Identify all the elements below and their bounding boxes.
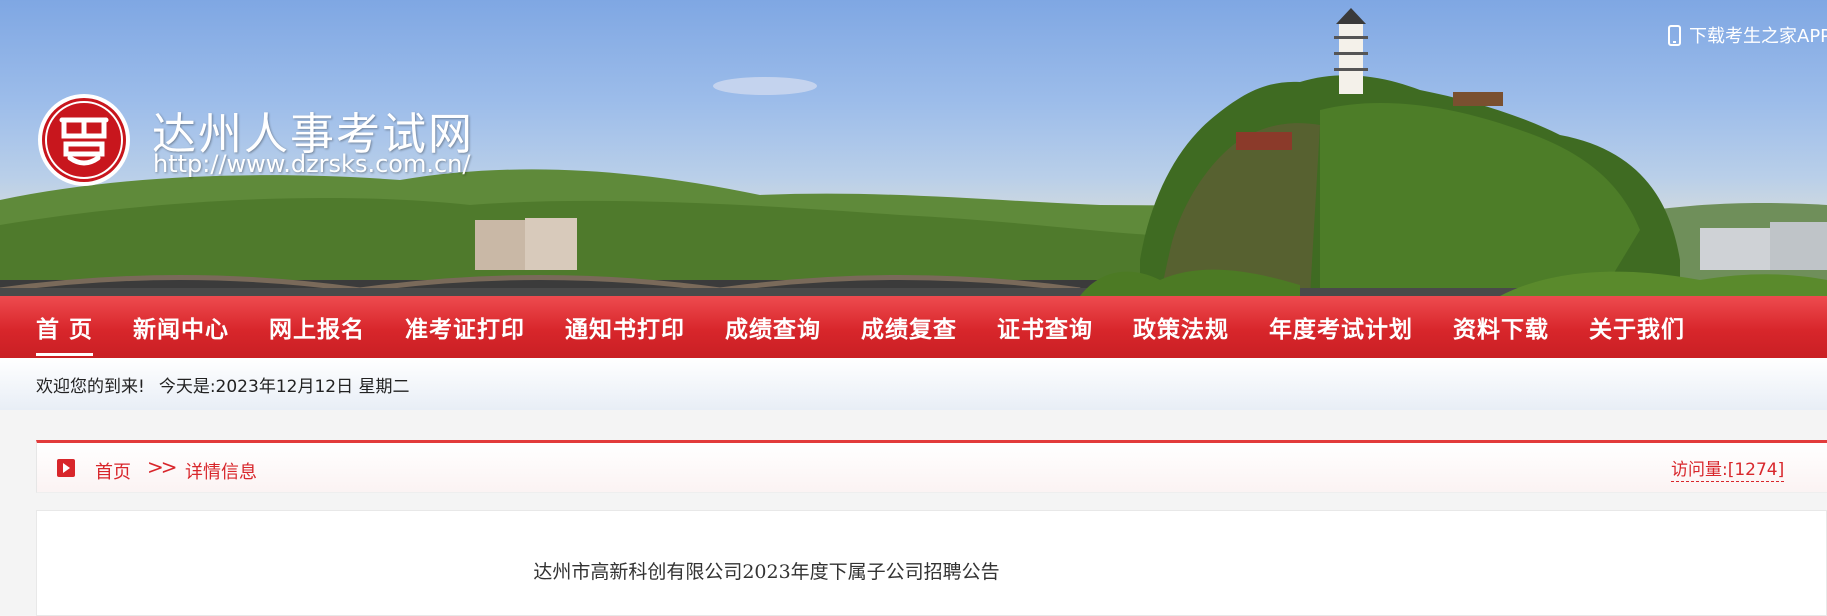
nav-item-online-registration[interactable]: 网上报名 <box>269 310 365 344</box>
site-logo[interactable] <box>36 92 132 188</box>
seal-logo-icon <box>38 94 130 186</box>
breadcrumb: 首页 >> 详情信息 访问量:[1274] <box>36 440 1827 493</box>
nav-item-downloads[interactable]: 资料下载 <box>1453 310 1549 344</box>
main-nav: 首 页 新闻中心 网上报名 准考证打印 通知书打印 成绩查询 成绩复查 证书查询… <box>0 296 1827 358</box>
welcome-bar: 欢迎您的到来! 今天是:2023年12月12日 星期二 <box>0 358 1827 410</box>
nav-item-notice-print[interactable]: 通知书打印 <box>565 310 685 344</box>
visit-counter: 访问量:[1274] <box>1671 455 1785 482</box>
welcome-greeting: 欢迎您的到来! <box>36 376 145 397</box>
nav-item-about-us[interactable]: 关于我们 <box>1589 310 1685 344</box>
breadcrumb-current: 详情信息 <box>185 462 257 483</box>
nav-item-news[interactable]: 新闻中心 <box>133 310 229 344</box>
app-download-link[interactable]: 下载考生之家APP <box>1668 22 1827 48</box>
nav-item-certificate-query[interactable]: 证书查询 <box>997 310 1093 344</box>
play-arrow-icon <box>57 459 75 477</box>
header-banner: 达州人事考试网 http://www.dzrsks.com.cn/ 下载考生之家… <box>0 0 1827 296</box>
mobile-phone-icon <box>1668 24 1681 46</box>
nav-item-annual-plan[interactable]: 年度考试计划 <box>1269 310 1413 344</box>
site-url: http://www.dzrsks.com.cn/ <box>153 150 471 178</box>
current-date: 今天是:2023年12月12日 星期二 <box>158 376 410 397</box>
nav-item-home[interactable]: 首 页 <box>36 310 94 356</box>
breadcrumb-home-link[interactable]: 首页 <box>95 458 131 484</box>
nav-item-score-query[interactable]: 成绩查询 <box>725 310 821 344</box>
app-download-label: 下载考生之家APP <box>1689 26 1827 47</box>
article-panel: 达州市高新科创有限公司2023年度下属子公司招聘公告 <box>36 510 1827 616</box>
breadcrumb-separator: >> <box>147 455 177 479</box>
article-title: 达州市高新科创有限公司2023年度下属子公司招聘公告 <box>533 561 1000 583</box>
nav-item-policies[interactable]: 政策法规 <box>1133 310 1229 344</box>
nav-item-score-review[interactable]: 成绩复查 <box>861 310 957 344</box>
nav-item-admission-ticket[interactable]: 准考证打印 <box>405 310 525 344</box>
